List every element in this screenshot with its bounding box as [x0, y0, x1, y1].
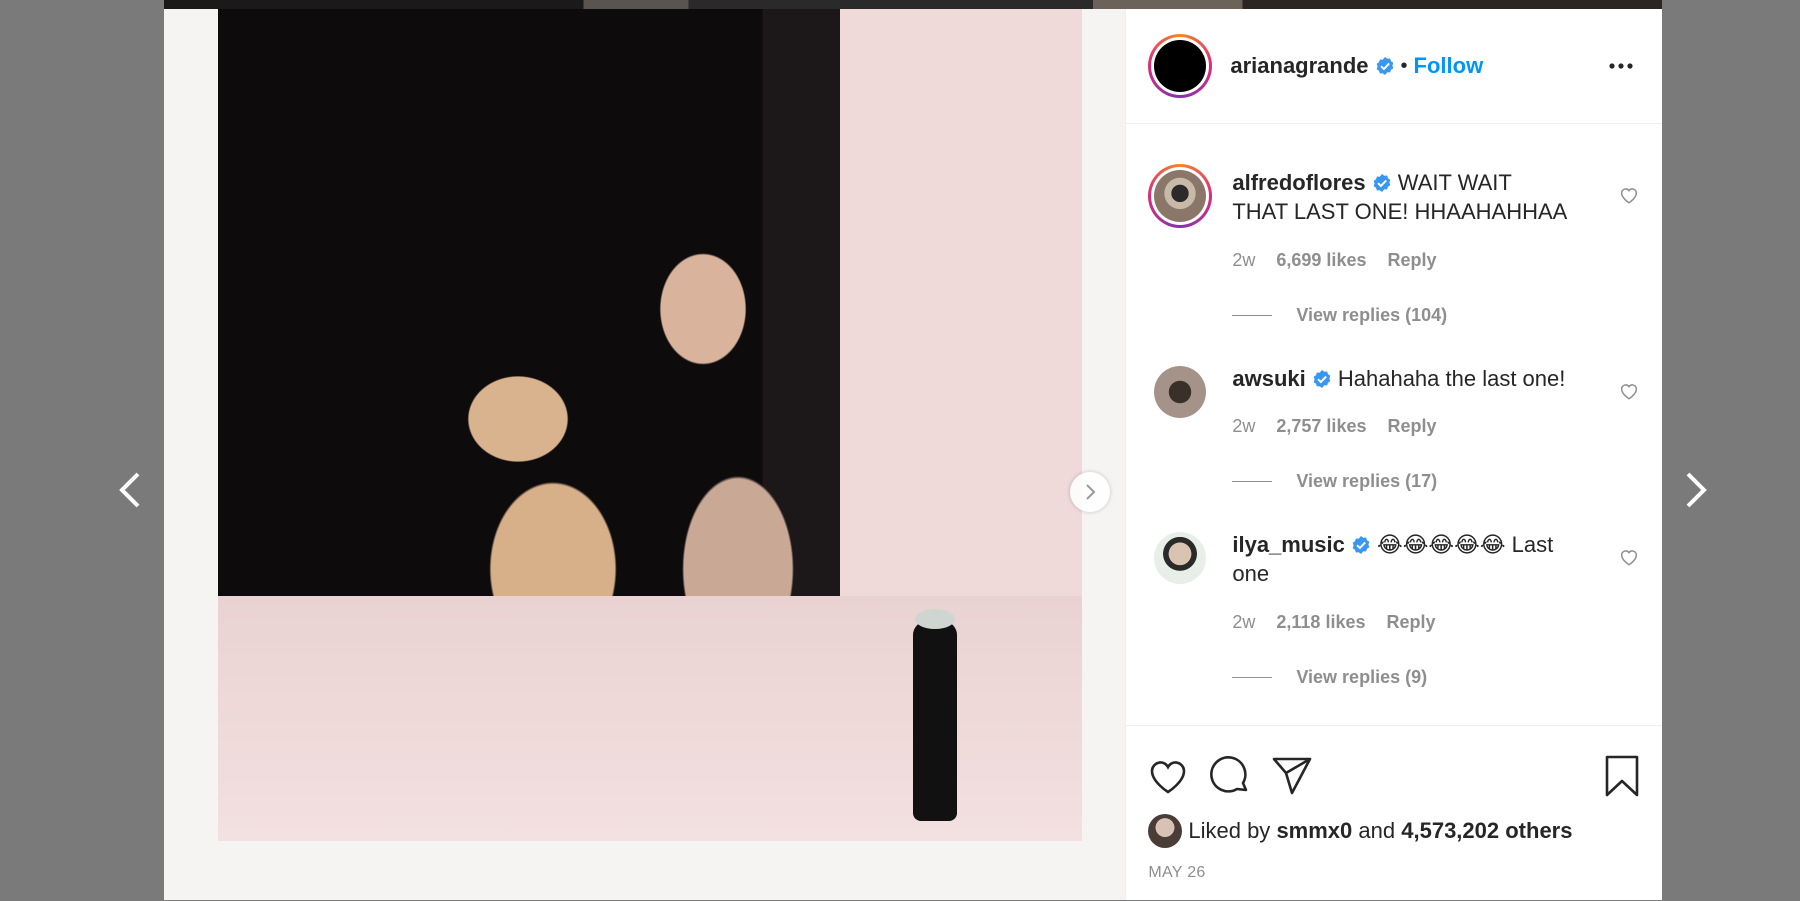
- post-date[interactable]: MAY 26: [1148, 864, 1205, 882]
- comment-likes[interactable]: 2,118 likes: [1276, 612, 1365, 632]
- view-replies-label: View replies (9): [1296, 667, 1428, 687]
- liked-by-others[interactable]: 4,573,202 others: [1401, 818, 1572, 844]
- comment-username[interactable]: ilya_music: [1232, 532, 1345, 557]
- author-username[interactable]: arianagrande: [1230, 53, 1368, 79]
- liker-avatar[interactable]: [1148, 814, 1183, 848]
- follow-button[interactable]: Follow: [1414, 53, 1484, 79]
- liked-by-conjunction: and: [1358, 818, 1396, 843]
- more-options-icon[interactable]: [1606, 51, 1636, 81]
- comment-meta: 2w 2,118 likes Reply: [1232, 612, 1451, 633]
- verified-badge-icon: [1373, 174, 1390, 192]
- next-post-chevron-right-icon[interactable]: [1674, 470, 1714, 510]
- post-header: arianagrande • Follow: [1126, 9, 1662, 124]
- photo-bottle: [913, 609, 957, 821]
- comment-reply-button[interactable]: Reply: [1388, 416, 1437, 436]
- comment-likes[interactable]: 6,699 likes: [1276, 250, 1366, 270]
- comment-username[interactable]: alfredoflores: [1232, 170, 1365, 195]
- view-replies-button[interactable]: View replies (9): [1232, 667, 1427, 688]
- comment-reply-button[interactable]: Reply: [1388, 250, 1437, 270]
- chevron-right-icon: [1086, 484, 1096, 500]
- view-replies-label: View replies (17): [1296, 471, 1438, 491]
- comment-text-block: ilya_music 😂😂😂😂😂 Last one: [1232, 530, 1572, 588]
- author-avatar[interactable]: [1148, 34, 1213, 98]
- comment-meta: 2w 6,699 likes Reply: [1232, 250, 1452, 271]
- liked-by-prefix: Liked by: [1188, 818, 1271, 843]
- verified-badge-icon: [1313, 370, 1331, 388]
- view-replies-button[interactable]: View replies (104): [1232, 305, 1447, 326]
- comment-text-block: awsuki Hahahaha the last one!: [1232, 364, 1572, 393]
- comment-like-heart-icon[interactable]: [1618, 184, 1640, 206]
- post-actions: Liked by smmx0 and 4,573,202 others MAY …: [1126, 725, 1663, 901]
- prev-post-chevron-left-icon[interactable]: [112, 470, 152, 510]
- view-replies-label: View replies (104): [1296, 305, 1448, 325]
- comment-age: 2w: [1232, 612, 1256, 632]
- post-sidebar: arianagrande • Follow alfredoflores WAIT…: [1125, 9, 1663, 901]
- liked-by-summary: Liked by smmx0 and 4,573,202 others: [1148, 814, 1572, 848]
- separator-dot: •: [1400, 54, 1408, 77]
- commenter-avatar[interactable]: [1148, 164, 1213, 228]
- liked-by-user[interactable]: smmx0: [1276, 818, 1352, 844]
- commenter-avatar[interactable]: [1154, 532, 1207, 584]
- comment-like-heart-icon[interactable]: [1618, 380, 1640, 402]
- heart-icon[interactable]: [1146, 754, 1190, 798]
- comment-age: 2w: [1232, 250, 1256, 270]
- comment-reply-button[interactable]: Reply: [1387, 612, 1436, 632]
- post-photo: [218, 9, 1082, 841]
- comment-likes[interactable]: 2,757 likes: [1276, 416, 1366, 436]
- verified-badge-icon: [1352, 536, 1370, 554]
- bookmark-icon[interactable]: [1600, 754, 1644, 798]
- comment-username[interactable]: awsuki: [1232, 366, 1305, 391]
- comment-emojis: 😂😂😂😂😂: [1377, 532, 1506, 557]
- comment-age: 2w: [1232, 416, 1256, 436]
- post-media: [164, 9, 1126, 900]
- comment-like-heart-icon[interactable]: [1618, 546, 1640, 568]
- comment-icon[interactable]: [1208, 754, 1252, 798]
- comment-list: alfredoflores WAIT WAIT THAT LAST ONE! H…: [1126, 124, 1662, 724]
- comment-meta: 2w 2,757 likes Reply: [1232, 416, 1452, 437]
- post-modal: arianagrande • Follow alfredoflores WAIT…: [164, 9, 1663, 901]
- share-icon[interactable]: [1270, 754, 1314, 798]
- background-feed-strip: [164, 0, 1662, 9]
- carousel-next-button[interactable]: [1070, 472, 1110, 512]
- verified-badge-icon: [1376, 57, 1393, 75]
- comment-text-block: alfredoflores WAIT WAIT THAT LAST ONE! H…: [1232, 168, 1572, 226]
- commenter-avatar[interactable]: [1154, 366, 1207, 418]
- view-replies-button[interactable]: View replies (17): [1232, 471, 1437, 492]
- comment-body: Hahahaha the last one!: [1337, 366, 1566, 391]
